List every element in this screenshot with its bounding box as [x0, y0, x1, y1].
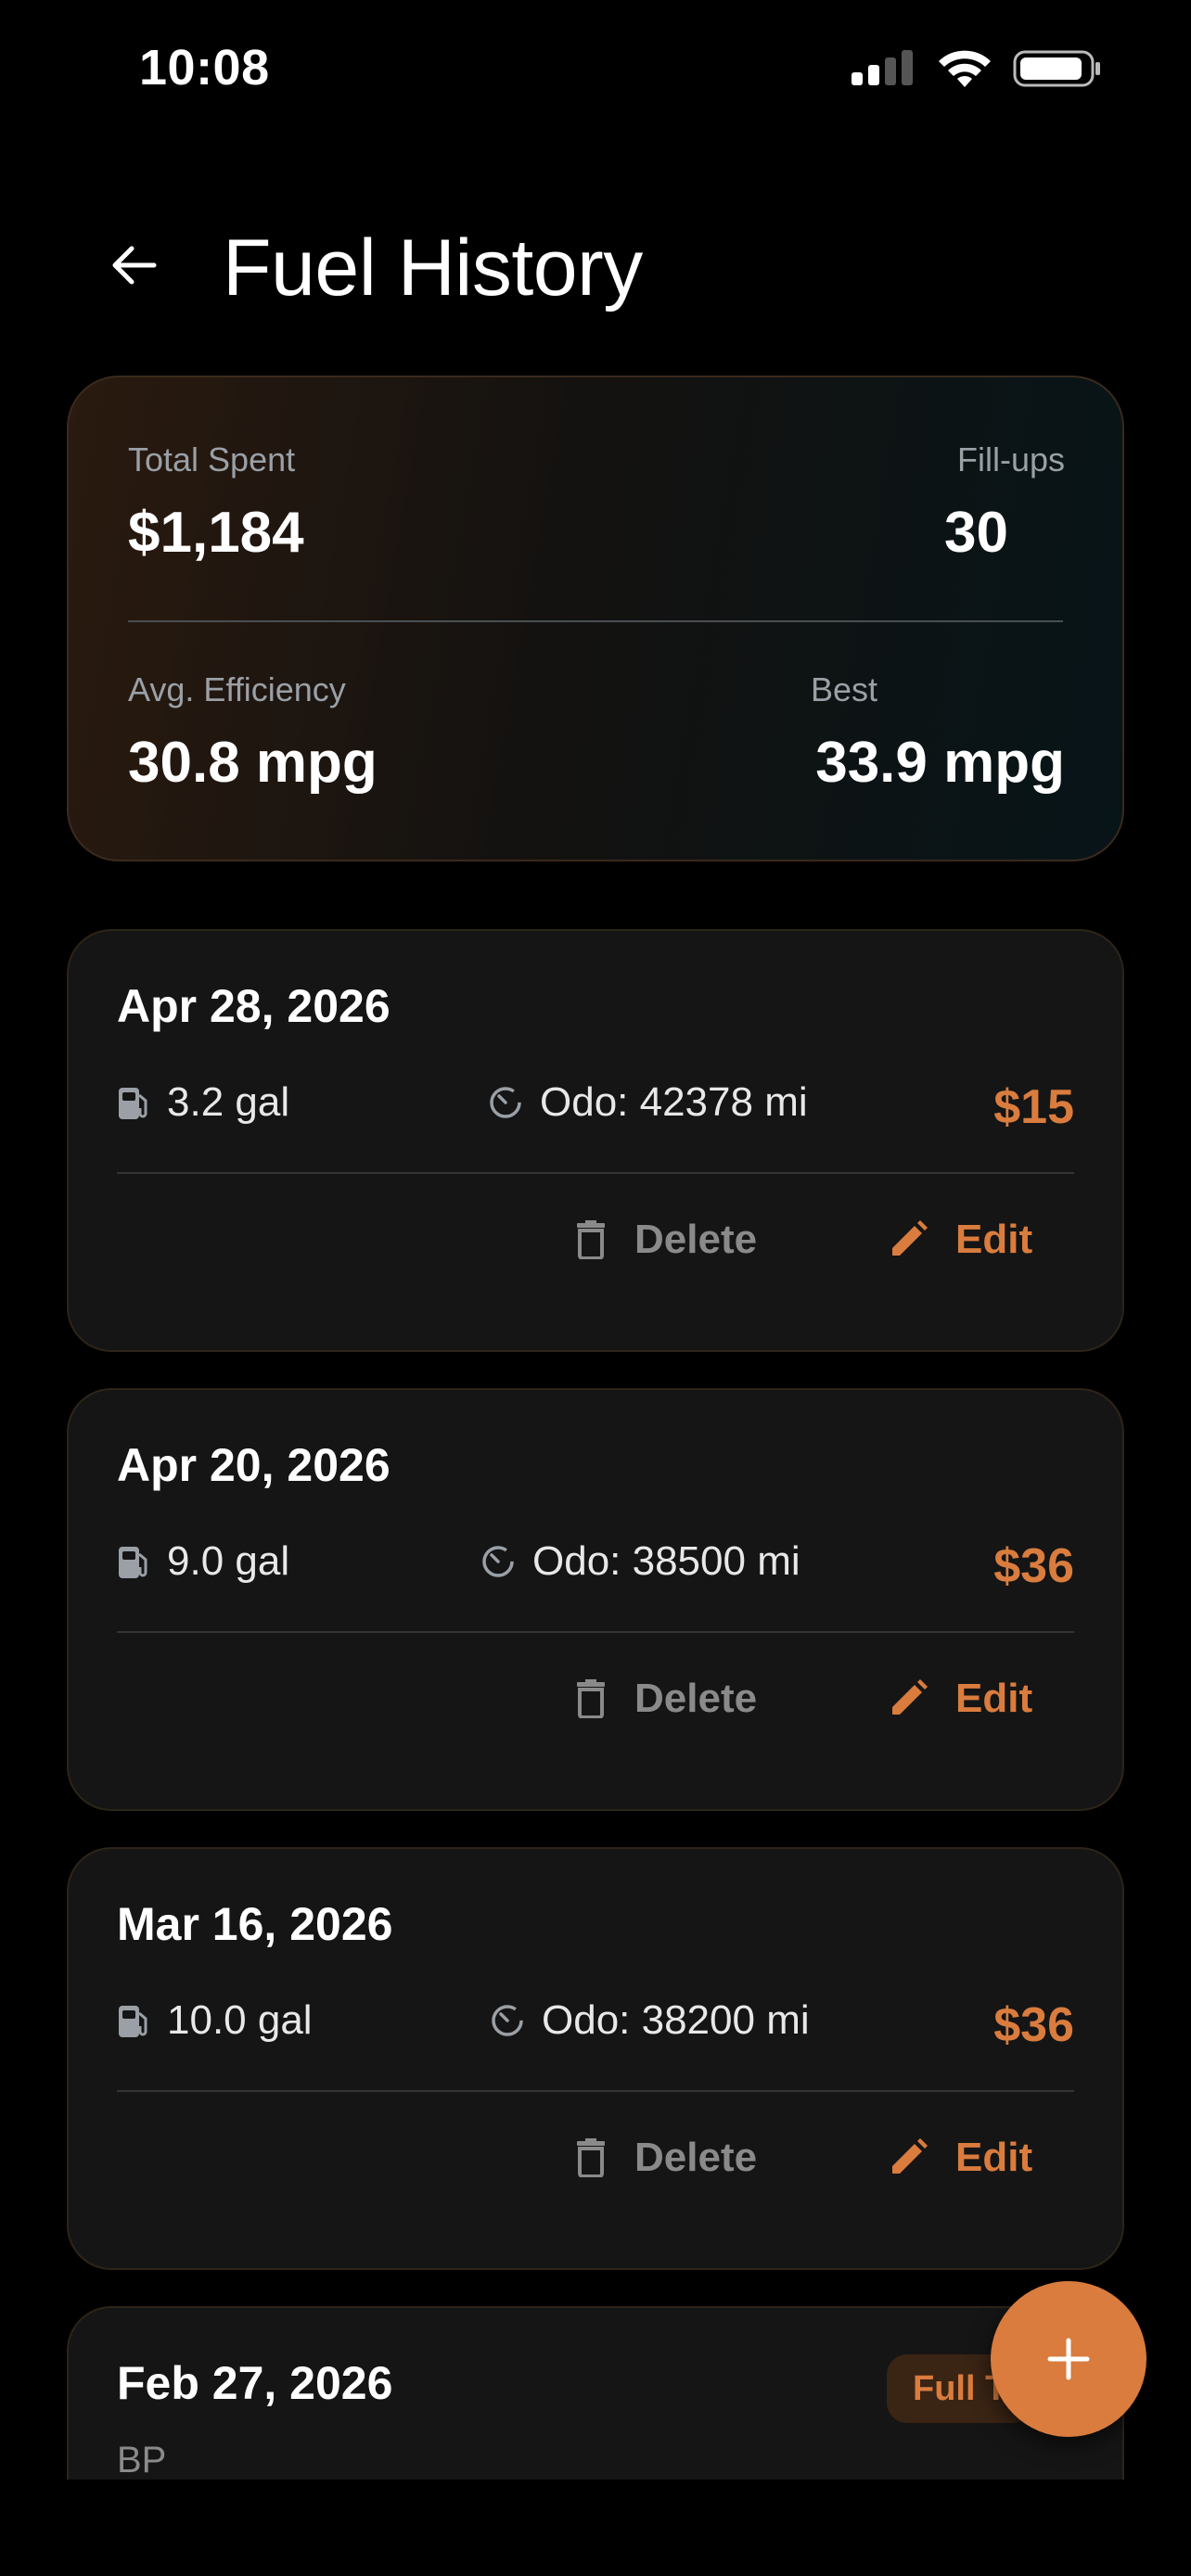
cellular-signal-icon: [852, 50, 913, 85]
edit-button[interactable]: Edit: [889, 1676, 1032, 1722]
delete-button[interactable]: Delete: [575, 2135, 757, 2181]
add-entry-button[interactable]: [991, 2281, 1146, 2437]
best-value: 33.9 mpg: [815, 731, 1065, 795]
fillups-label: Fill-ups: [956, 440, 1065, 478]
status-icons: [852, 48, 1102, 89]
entry-price: $36: [993, 1539, 1074, 1593]
entry-price: $36: [993, 1998, 1074, 2052]
total-spent-value: $1,184: [128, 501, 304, 565]
entry-divider: [117, 1631, 1074, 1633]
pencil-icon: [892, 1220, 928, 1256]
entry-date: Feb 27, 2026: [117, 2357, 393, 2409]
entry-gallons-text: 10.0 gal: [167, 1997, 313, 2043]
fuel-entry-card[interactable]: Apr 20, 2026 9.0 gal Odo: 38500 mi $36 D…: [67, 1388, 1124, 1811]
status-bar: 10:08: [0, 0, 1191, 139]
entry-odometer-text: Odo: 42378 mi: [540, 1079, 808, 1125]
entry-date: Mar 16, 2026: [117, 1898, 393, 1950]
delete-button[interactable]: Delete: [575, 1217, 757, 1263]
entry-details: 9.0 gal Odo: 38500 mi $36: [117, 1538, 1074, 1598]
entry-divider: [117, 1172, 1074, 1174]
fuel-pump-icon: [119, 1547, 147, 1578]
total-spent-label: Total Spent: [128, 440, 296, 478]
delete-label: Delete: [634, 1217, 758, 1262]
wifi-icon: [939, 50, 991, 87]
avg-efficiency-label: Avg. Efficiency: [128, 670, 346, 708]
page-title: Fuel History: [223, 223, 643, 312]
header: Fuel History: [0, 204, 1191, 325]
entry-date: Apr 28, 2026: [117, 980, 391, 1032]
fuel-entry-card[interactable]: Feb 27, 2026 BP Full T: [67, 2306, 1124, 2492]
status-time: 10:08: [139, 40, 270, 96]
back-button[interactable]: [100, 232, 167, 299]
entry-odometer: Odo: 42378 mi: [488, 1079, 808, 1126]
delete-button[interactable]: Delete: [575, 1676, 757, 1722]
edit-label: Edit: [955, 2135, 1033, 2180]
pencil-icon: [892, 2138, 928, 2174]
entry-details: 3.2 gal Odo: 42378 mi $15: [117, 1079, 1074, 1139]
summary-card: Total Spent $1,184 Fill-ups 30 Avg. Effi…: [67, 376, 1124, 861]
entry-gallons-text: 3.2 gal: [167, 1079, 290, 1125]
delete-label: Delete: [634, 1676, 758, 1721]
entry-gallons: 9.0 gal: [117, 1538, 289, 1585]
bottom-area: [0, 2480, 1191, 2576]
speedometer-icon: [492, 2005, 523, 2036]
edit-button[interactable]: Edit: [889, 2135, 1032, 2181]
entry-odometer: Odo: 38200 mi: [490, 1997, 810, 2044]
fuel-pump-icon: [119, 1088, 147, 1119]
entry-divider: [117, 2090, 1074, 2092]
battery-icon: [1013, 50, 1100, 87]
trash-icon: [577, 2138, 605, 2177]
fillups-value: 30: [944, 501, 1008, 565]
entry-gallons-text: 9.0 gal: [167, 1538, 290, 1584]
delete-label: Delete: [634, 2135, 758, 2180]
entry-odometer-text: Odo: 38500 mi: [532, 1538, 800, 1584]
plus-icon: [1047, 2338, 1090, 2380]
speedometer-icon: [482, 1546, 514, 1577]
edit-label: Edit: [955, 1217, 1033, 1262]
speedometer-icon: [490, 1087, 521, 1118]
entry-odometer: Odo: 38500 mi: [480, 1538, 800, 1585]
edit-label: Edit: [955, 1676, 1033, 1721]
trash-icon: [577, 1679, 605, 1718]
entry-gallons: 3.2 gal: [117, 1079, 289, 1126]
fuel-entry-card[interactable]: Apr 28, 2026 3.2 gal Odo: 42378 mi $15 D…: [67, 929, 1124, 1352]
fuel-entry-card[interactable]: Mar 16, 2026 10.0 gal Odo: 38200 mi $36 …: [67, 1847, 1124, 2270]
best-label: Best: [811, 670, 878, 708]
pencil-icon: [892, 1679, 928, 1715]
entry-price: $15: [993, 1080, 1074, 1134]
entry-station: BP: [117, 2440, 167, 2480]
entry-gallons: 10.0 gal: [117, 1997, 313, 2044]
entry-details: 10.0 gal Odo: 38200 mi $36: [117, 1997, 1074, 2057]
edit-button[interactable]: Edit: [889, 1217, 1032, 1263]
avg-efficiency-value: 30.8 mpg: [128, 731, 378, 795]
entry-odometer-text: Odo: 38200 mi: [542, 1997, 810, 2043]
summary-divider: [128, 620, 1063, 622]
arrow-left-icon: [112, 246, 157, 285]
entry-date: Apr 20, 2026: [117, 1439, 391, 1491]
trash-icon: [577, 1220, 605, 1259]
fuel-pump-icon: [119, 2006, 147, 2037]
